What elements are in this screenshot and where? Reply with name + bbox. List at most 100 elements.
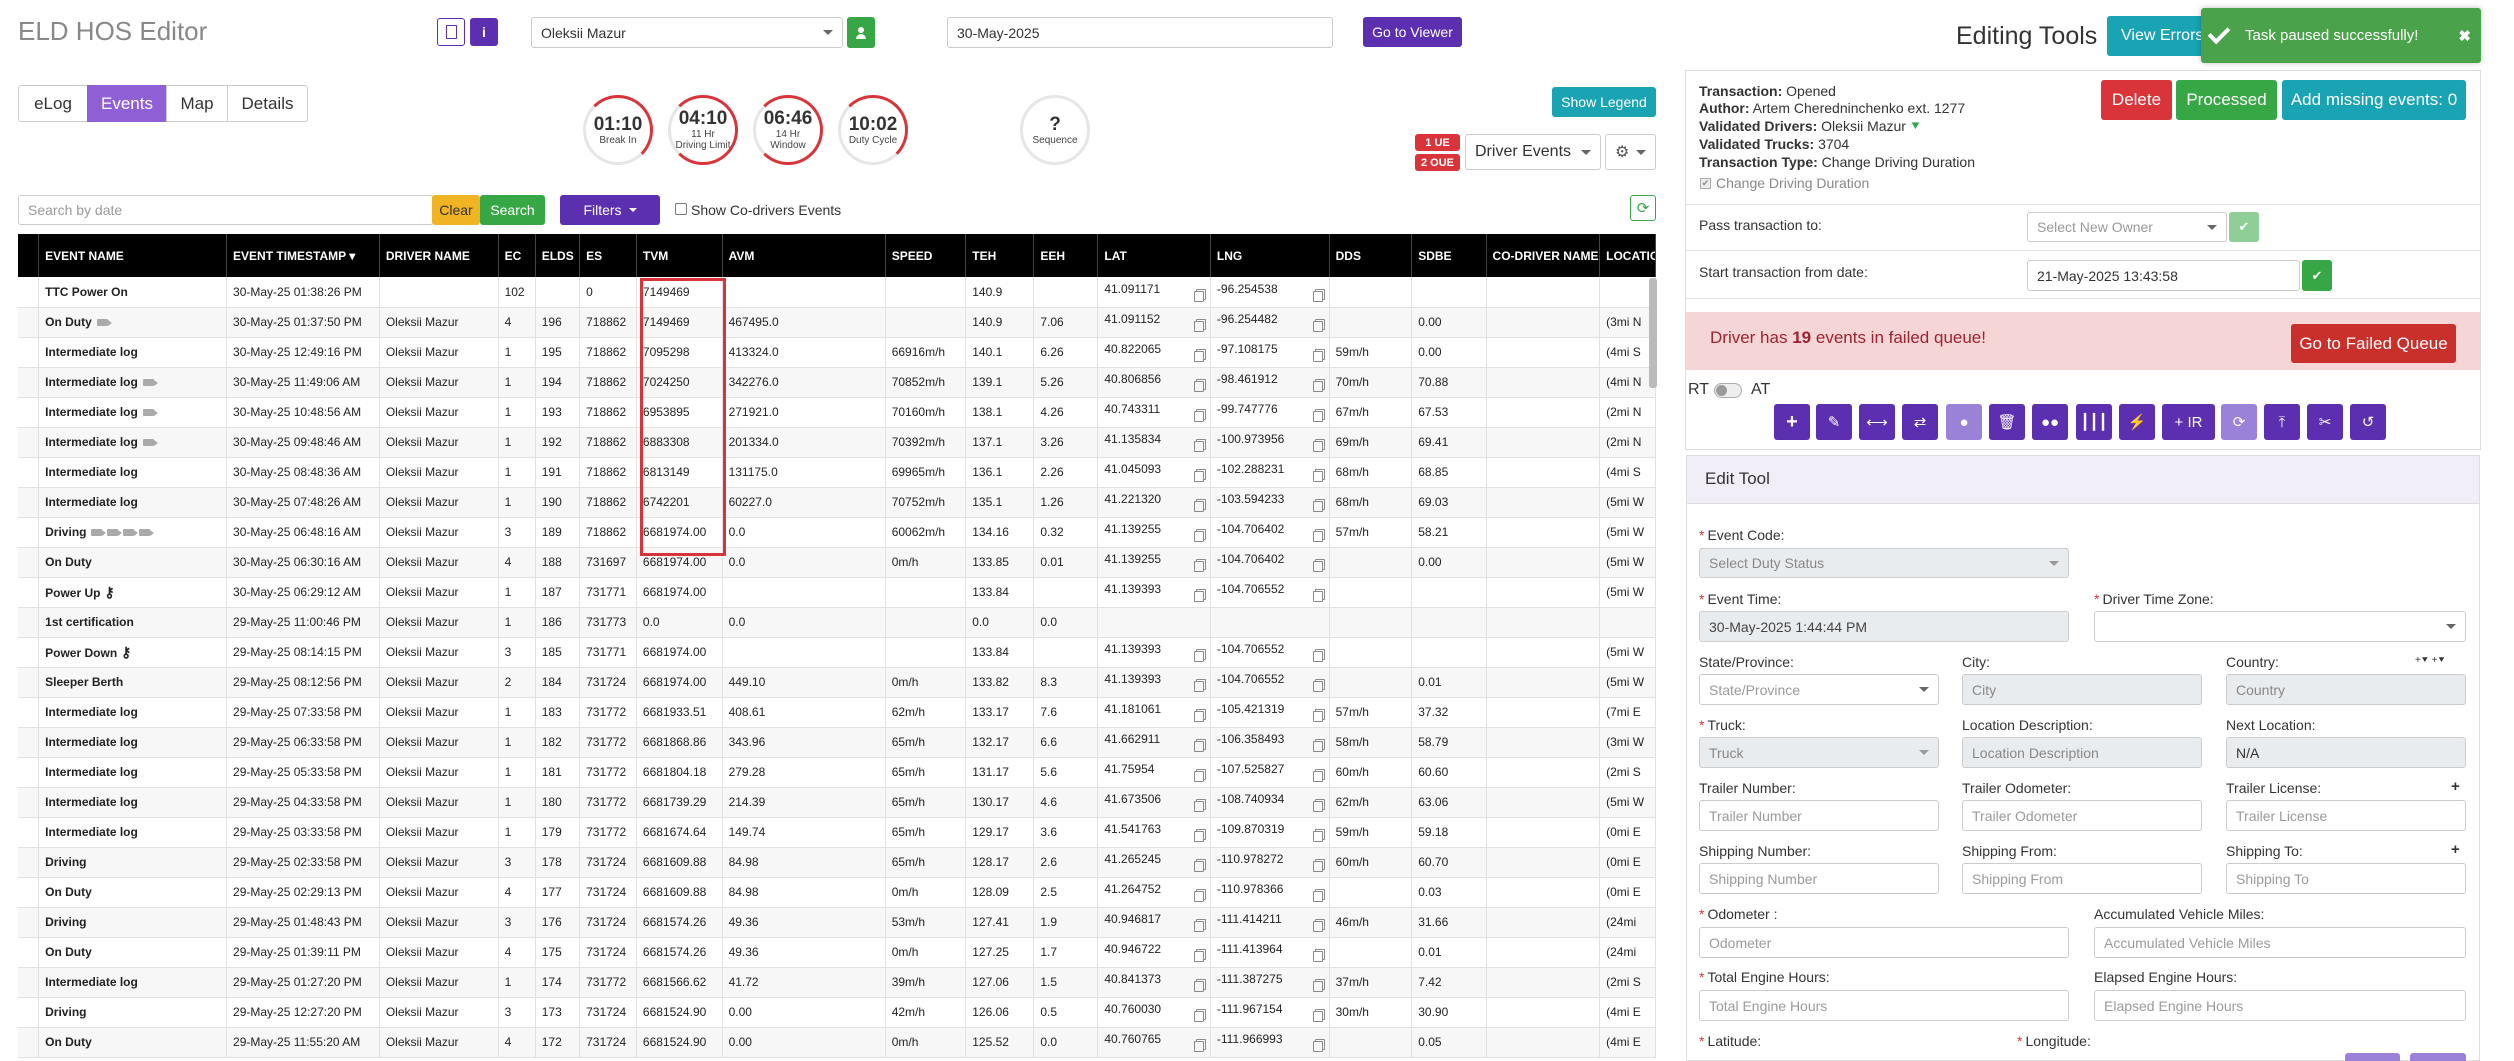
- copy-icon[interactable]: [1193, 411, 1204, 422]
- elapsed-hours-field[interactable]: Elapsed Engine Hours: [2094, 990, 2466, 1021]
- location-description-field[interactable]: Location Description: [1962, 737, 2202, 768]
- column-header[interactable]: EVENT NAME: [38, 234, 228, 277]
- copy-icon[interactable]: [1312, 741, 1323, 752]
- copy-icon[interactable]: [1312, 801, 1323, 812]
- event-name-cell[interactable]: 1st certification: [38, 607, 228, 638]
- copy-icon[interactable]: [1312, 591, 1323, 602]
- info-button[interactable]: i: [470, 18, 498, 46]
- copy-icon[interactable]: [1193, 711, 1204, 722]
- table-row[interactable]: Intermediate log 30-May-25 08:48:36 AM Ole…: [18, 457, 1656, 488]
- driver-timezone-select[interactable]: [2094, 611, 2466, 642]
- event-name-cell[interactable]: Driving: [38, 907, 228, 938]
- event-name-cell[interactable]: On Duty: [38, 1027, 228, 1058]
- clear-button[interactable]: Clear: [432, 195, 480, 225]
- copy-icon[interactable]: [1312, 531, 1323, 542]
- align-top-button[interactable]: ⤒: [2264, 404, 2300, 440]
- copy-icon[interactable]: [1193, 921, 1204, 932]
- copy-icon[interactable]: [1312, 831, 1323, 842]
- copy-icon[interactable]: [1193, 321, 1204, 332]
- trailer-odometer-field[interactable]: Trailer Odometer: [1962, 800, 2202, 831]
- copy-icon[interactable]: [1193, 801, 1204, 812]
- processed-button[interactable]: Processed: [2176, 80, 2277, 120]
- column-header[interactable]: AVM: [722, 234, 886, 277]
- column-header[interactable]: SPEED: [885, 234, 967, 277]
- copy-icon[interactable]: [1312, 771, 1323, 782]
- settings-dropdown[interactable]: ⚙: [1605, 134, 1656, 170]
- odometer-field[interactable]: Odometer: [1699, 927, 2069, 958]
- show-legend-button[interactable]: Show Legend: [1552, 87, 1656, 117]
- table-row[interactable]: Intermediate log 29-May-25 01:27:20 PM Ole…: [18, 967, 1656, 998]
- shipping-to-field[interactable]: Shipping To: [2226, 863, 2466, 894]
- tab-details[interactable]: Details: [227, 85, 308, 122]
- copy-icon[interactable]: [1312, 441, 1323, 452]
- document-icon[interactable]: [437, 18, 465, 46]
- event-name-cell[interactable]: Intermediate log: [38, 457, 228, 488]
- cut-button[interactable]: ✂: [2307, 404, 2343, 440]
- copy-icon[interactable]: [1193, 441, 1204, 452]
- table-row[interactable]: Intermediate log 29-May-25 06:33:58 PM Ole…: [18, 727, 1656, 758]
- recalculate-button[interactable]: ⟳: [2221, 404, 2257, 440]
- start-from-confirm-button[interactable]: ✔: [2302, 260, 2332, 291]
- city-field[interactable]: City: [1962, 674, 2202, 705]
- copy-icon[interactable]: [1312, 921, 1323, 932]
- column-header[interactable]: LAT: [1097, 234, 1211, 277]
- change-duration-checkbox[interactable]: ✔: [1700, 178, 1711, 189]
- table-row[interactable]: Intermediate log 29-May-25 04:33:58 PM Ole…: [18, 787, 1656, 818]
- delete-event-button[interactable]: 🗑: [1989, 404, 2025, 440]
- copy-icon[interactable]: [1193, 861, 1204, 872]
- copy-icon[interactable]: [1193, 741, 1204, 752]
- table-row[interactable]: On Duty 29-May-25 11:55:20 AM Oleksii Mazu…: [18, 1027, 1656, 1058]
- copy-icon[interactable]: [1312, 861, 1323, 872]
- copy-icon[interactable]: [1312, 381, 1323, 392]
- event-name-cell[interactable]: Intermediate log: [38, 367, 228, 398]
- column-header[interactable]: LNG: [1210, 234, 1330, 277]
- column-header[interactable]: DDS: [1329, 234, 1413, 277]
- column-header[interactable]: DRIVER NAME: [379, 234, 499, 277]
- copy-icon[interactable]: [1193, 1011, 1204, 1022]
- copy-icon[interactable]: [1312, 711, 1323, 722]
- table-row[interactable]: Intermediate log 30-May-25 12:49:16 PM Ole…: [18, 337, 1656, 368]
- tab-map[interactable]: Map: [166, 85, 228, 122]
- copy-icon[interactable]: [1312, 321, 1323, 332]
- rt-at-toggle[interactable]: [1714, 383, 1742, 398]
- event-name-cell[interactable]: Intermediate log: [38, 427, 228, 458]
- co-drivers-checkbox[interactable]: [675, 203, 687, 215]
- event-name-cell[interactable]: Driving: [38, 517, 228, 548]
- table-row[interactable]: Driving 29-May-25 12:27:20 PM Oleksii Mazu…: [18, 997, 1656, 1028]
- event-time-field[interactable]: 30-May-2025 1:44:44 PM: [1699, 611, 2069, 642]
- pass-confirm-button[interactable]: ✔: [2229, 212, 2259, 242]
- history-button[interactable]: ↺: [2350, 404, 2386, 440]
- copy-icon[interactable]: [1193, 351, 1204, 362]
- sort-down-icon[interactable]: ▾: [346, 249, 355, 263]
- column-header[interactable]: EEH: [1033, 234, 1099, 277]
- copy-icon[interactable]: [1312, 951, 1323, 962]
- event-name-cell[interactable]: Intermediate log: [38, 727, 228, 758]
- shipping-number-field[interactable]: Shipping Number: [1699, 863, 1939, 894]
- map-clear-button[interactable]: [2410, 1053, 2466, 1061]
- event-name-cell[interactable]: Intermediate log: [38, 337, 228, 368]
- accumulated-miles-field[interactable]: Accumulated Vehicle Miles: [2094, 927, 2466, 958]
- add-trailer-icon[interactable]: +: [2451, 778, 2460, 795]
- copy-icon[interactable]: [1312, 681, 1323, 692]
- column-header[interactable]: CO-DRIVER NAME: [1486, 234, 1601, 277]
- column-header[interactable]: TVM: [636, 234, 723, 277]
- copy-icon[interactable]: [1312, 891, 1323, 902]
- copy-icon[interactable]: [1312, 651, 1323, 662]
- copy-icon[interactable]: [1193, 681, 1204, 692]
- table-row[interactable]: Power Up ⚷ 30-May-25 06:29:12 AM Oleksii M…: [18, 577, 1656, 608]
- event-name-cell[interactable]: Power Down ⚷: [38, 637, 228, 668]
- date-field[interactable]: 30-May-2025: [947, 17, 1333, 48]
- shipping-from-field[interactable]: Shipping From: [1962, 863, 2202, 894]
- table-row[interactable]: On Duty 30-May-25 06:30:16 AM Oleksii Mazu…: [18, 547, 1656, 578]
- swap-event-button[interactable]: ⇄: [1902, 404, 1938, 440]
- table-row[interactable]: Driving 29-May-25 01:48:43 PM Oleksii Mazu…: [18, 907, 1656, 938]
- column-header[interactable]: EC: [498, 234, 536, 277]
- copy-icon[interactable]: [1193, 771, 1204, 782]
- magic-button[interactable]: ⚡: [2119, 404, 2155, 440]
- filters-button[interactable]: Filters: [560, 195, 660, 225]
- event-name-cell[interactable]: On Duty: [38, 307, 228, 338]
- add-missing-events-button[interactable]: Add missing events: 0: [2282, 80, 2466, 120]
- table-row[interactable]: Intermediate log 29-May-25 07:33:58 PM Ole…: [18, 697, 1656, 728]
- add-shipping-icon[interactable]: +: [2451, 841, 2460, 858]
- table-row[interactable]: On Duty 29-May-25 02:29:13 PM Oleksii Mazu…: [18, 877, 1656, 908]
